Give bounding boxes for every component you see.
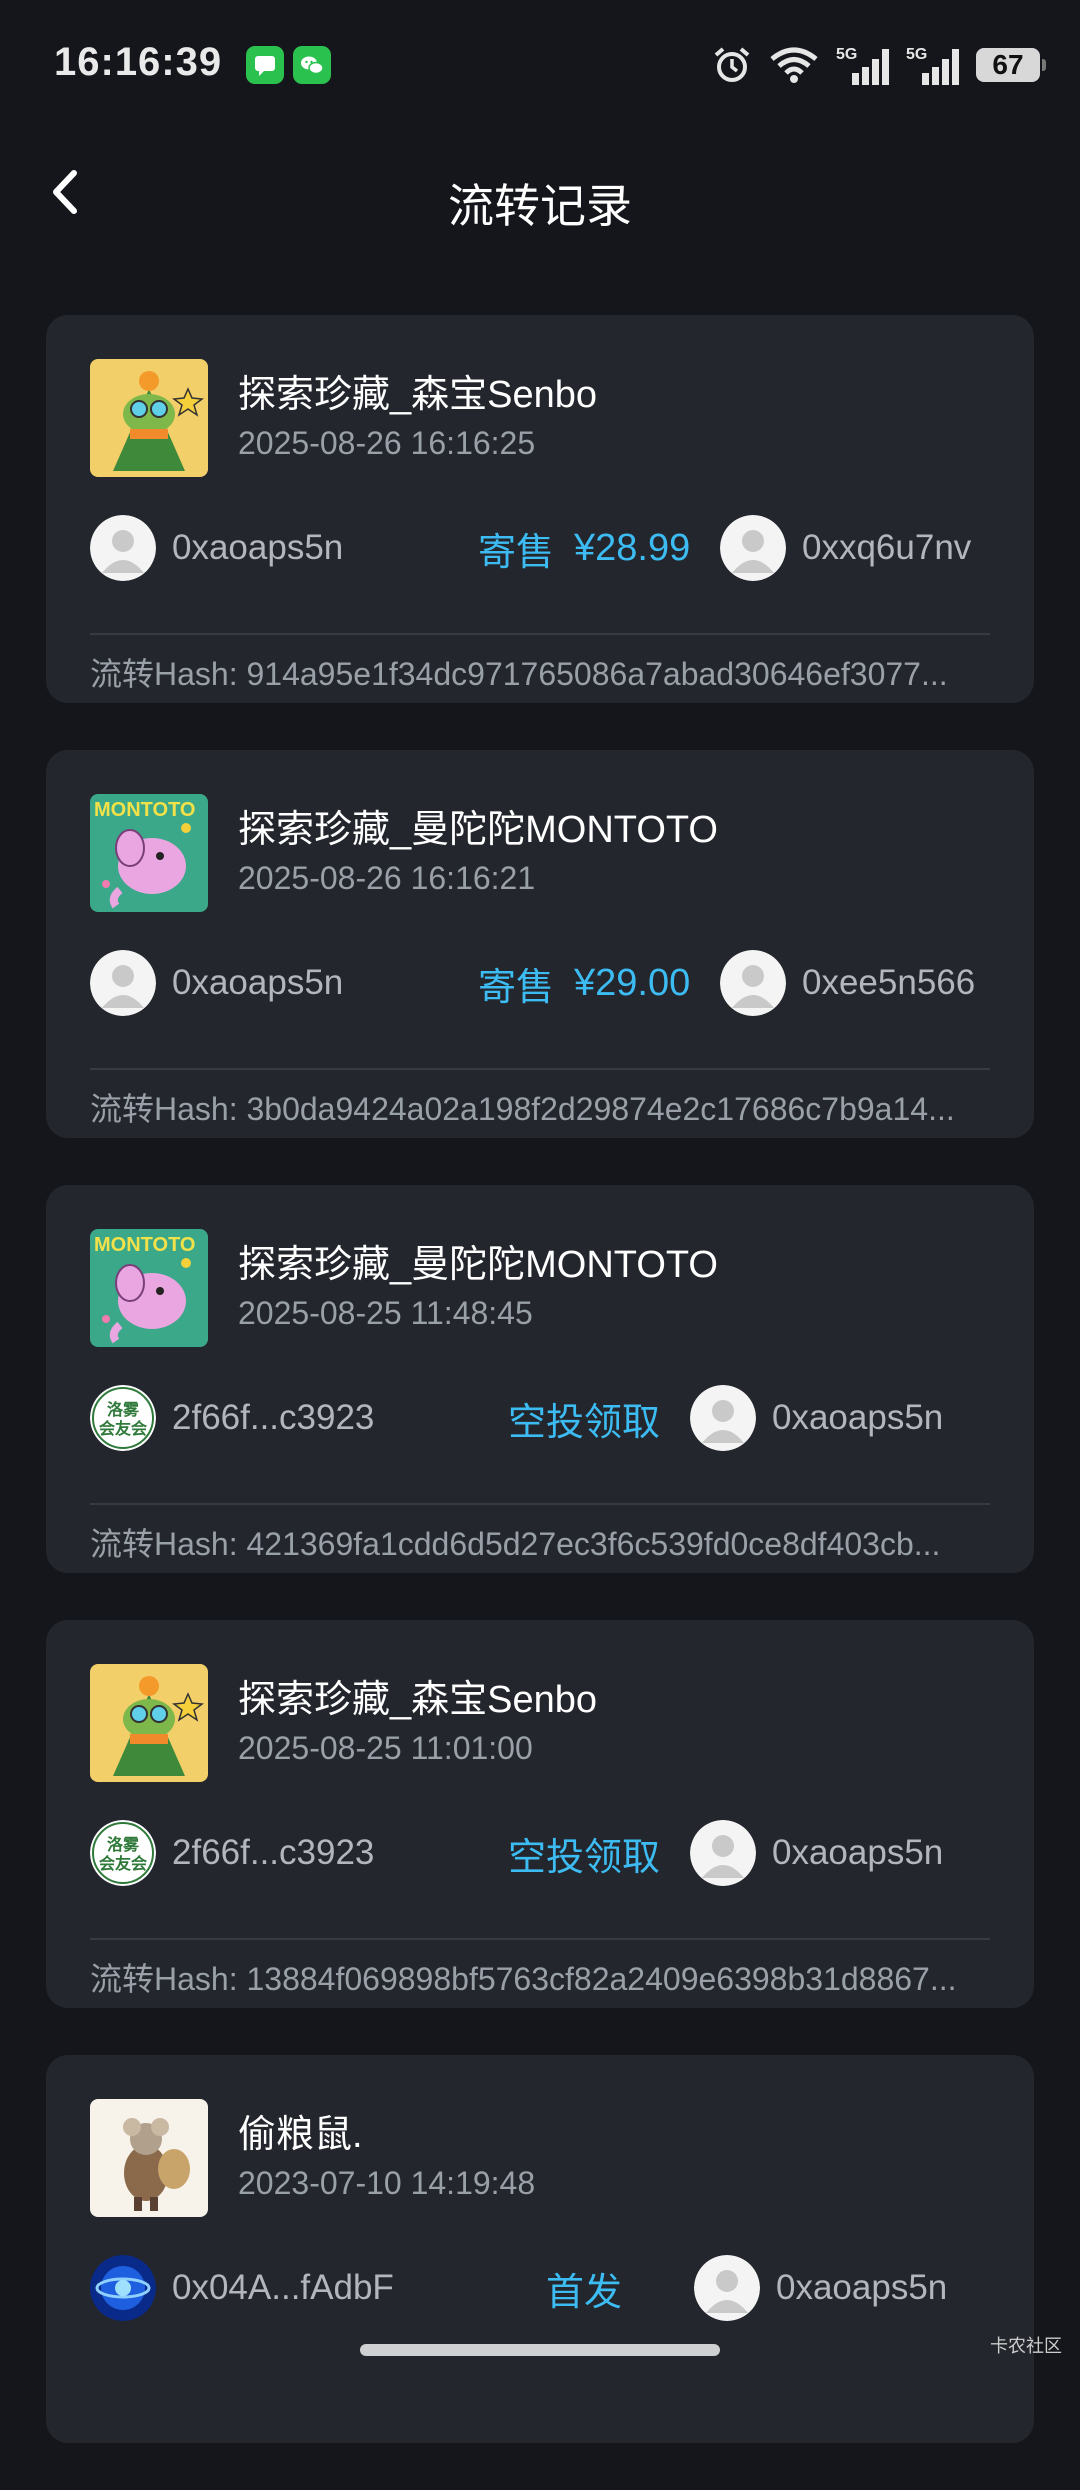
svg-text:洛雾: 洛雾 [107, 1835, 140, 1854]
transfer-action-label: 寄售 [478, 531, 555, 574]
transfer-type: 空投领取 [508, 1385, 660, 1451]
default-avatar-icon [720, 515, 786, 581]
nft-name: 探索珍藏_森宝Senbo [238, 1679, 598, 1721]
header: 流转记录 [0, 140, 1080, 250]
status-icons: 5G 5G 67 [712, 40, 1046, 90]
nft-thumbnail-montoto: MONTOTO [90, 1229, 208, 1347]
sender-address: 0xaoaps5n [172, 963, 344, 1002]
svg-text:5G: 5G [906, 46, 927, 63]
sender[interactable]: 洛雾 会友会 2f66f...c3923 [90, 1385, 374, 1451]
home-indicator[interactable] [360, 2344, 720, 2356]
watermark: 卡农社区 [990, 2336, 1062, 2356]
sender-address: 0x04A...fAdbF [172, 2268, 394, 2307]
signal-5g-icon: 5G [906, 46, 959, 85]
receiver-address: 0xaoaps5n [776, 2268, 948, 2307]
transfer-hash[interactable]: 流转Hash: 3b0da9424a02a198f2d29874e2c17686… [90, 1084, 990, 1130]
transfer-price: ¥28.99 [574, 526, 691, 569]
divider [90, 1938, 990, 1940]
club-badge-avatar: 洛雾 会友会 [90, 1820, 156, 1886]
divider [90, 1068, 990, 1070]
trade-row: 0xaoaps5n 寄售 ¥28.99 0xxq6u7nv [90, 515, 990, 581]
status-bar: 16:16:39 5G 5G 67 [0, 0, 1080, 120]
receiver[interactable]: 0xee5n566 [720, 950, 975, 1016]
transfer-action-label: 空投领取 [508, 1836, 661, 1879]
receiver-address: 0xaoaps5n [772, 1398, 944, 1437]
default-avatar-icon [90, 950, 156, 1016]
divider [90, 1503, 990, 1505]
default-avatar-icon [690, 1385, 756, 1451]
transfer-date: 2025-08-25 11:01:00 [238, 1730, 533, 1766]
nft-name: 探索珍藏_曼陀陀MONTOTO [238, 1244, 718, 1286]
club-badge-logo: 洛雾 [107, 1400, 140, 1419]
transfer-action-label: 首发 [546, 2271, 623, 2314]
transfer-action-label: 寄售 [478, 966, 555, 1009]
transfer-date: 2025-08-25 11:48:45 [238, 1295, 533, 1331]
record-card[interactable]: MONTOTO 探索珍藏_曼陀陀MONTOTO 2025-08-25 11:48… [46, 1185, 1034, 1573]
nft-thumbnail-senbo [90, 359, 208, 477]
record-card[interactable]: MONTOTO 探索珍藏_曼陀陀MONTOTO 2025-08-26 16:16… [46, 750, 1034, 1138]
transfer-type: 首发 [546, 2255, 622, 2321]
svg-text:MONTOTO: MONTOTO [94, 799, 195, 821]
record-card[interactable]: 探索珍藏_森宝Senbo 2025-08-25 11:01:00 洛雾 会友会 … [46, 1620, 1034, 2008]
receiver[interactable]: 0xaoaps5n [694, 2255, 947, 2321]
messages-app-icon [246, 46, 284, 84]
record-card[interactable]: 偷粮鼠. 2023-07-10 14:19:48 0x04A...fAdbF 首… [46, 2055, 1034, 2443]
trade-row: 洛雾 会友会 2f66f...c3923 空投领取 0xaoaps5n [90, 1820, 990, 1886]
default-avatar-icon [720, 950, 786, 1016]
sender[interactable]: 0xaoaps5n [90, 950, 343, 1016]
divider [90, 633, 990, 635]
receiver[interactable]: 0xaoaps5n [690, 1385, 943, 1451]
status-time: 16:16:39 [54, 40, 223, 84]
receiver[interactable]: 0xaoaps5n [690, 1820, 943, 1886]
receiver-address: 0xxq6u7nv [802, 528, 972, 567]
nft-name: 探索珍藏_森宝Senbo [238, 374, 598, 416]
nft-thumbnail-mouse [90, 2099, 208, 2217]
transfer-type: 空投领取 [508, 1820, 660, 1886]
wifi-icon [770, 47, 818, 83]
record-card[interactable]: 探索珍藏_森宝Senbo 2025-08-26 16:16:25 0xaoaps… [46, 315, 1034, 703]
svg-text:MONTOTO: MONTOTO [94, 1234, 195, 1256]
globe-avatar-icon [90, 2255, 156, 2321]
svg-text:会友会: 会友会 [99, 1419, 147, 1438]
trade-row: 0x04A...fAdbF 首发 0xaoaps5n [90, 2255, 990, 2321]
trade-row: 洛雾 会友会 2f66f...c3923 空投领取 0xaoaps5n [90, 1385, 990, 1451]
transfer-record-list: 探索珍藏_森宝Senbo 2025-08-26 16:16:25 0xaoaps… [46, 315, 1034, 2490]
nft-name: 偷粮鼠. [238, 2114, 363, 2156]
default-avatar-icon [690, 1820, 756, 1886]
page-title: 流转记录 [448, 180, 632, 232]
transfer-price: ¥29.00 [574, 961, 691, 1004]
nft-thumbnail-senbo [90, 1664, 208, 1782]
nft-name: 探索珍藏_曼陀陀MONTOTO [238, 809, 718, 851]
sender[interactable]: 0x04A...fAdbF [90, 2255, 394, 2321]
wechat-app-icon [293, 46, 331, 84]
club-badge-avatar: 洛雾 会友会 [90, 1385, 156, 1451]
nft-thumbnail-montoto: MONTOTO [90, 794, 208, 912]
battery-icon: 67 [976, 48, 1046, 82]
transfer-type: 寄售 ¥29.00 [478, 950, 690, 1016]
trade-row: 0xaoaps5n 寄售 ¥29.00 0xee5n566 [90, 950, 990, 1016]
transfer-hash[interactable]: 流转Hash: 914a95e1f34dc971765086a7abad3064… [90, 649, 990, 695]
signal-5g-icon: 5G [836, 46, 889, 85]
sender[interactable]: 洛雾 会友会 2f66f...c3923 [90, 1820, 374, 1886]
transfer-date: 2023-07-10 14:19:48 [238, 2165, 536, 2201]
transfer-action-label: 空投领取 [508, 1401, 661, 1444]
transfer-type: 寄售 ¥28.99 [478, 515, 690, 581]
transfer-hash[interactable]: 流转Hash: 421369fa1cdd6d5d27ec3f6c539fd0ce… [90, 1519, 990, 1565]
svg-text:会友会: 会友会 [99, 1854, 147, 1873]
transfer-date: 2025-08-26 16:16:25 [238, 425, 536, 461]
sender-address: 2f66f...c3923 [172, 1398, 375, 1437]
receiver[interactable]: 0xxq6u7nv [720, 515, 971, 581]
svg-text:5G: 5G [836, 46, 857, 63]
alarm-icon [714, 47, 750, 82]
receiver-address: 0xaoaps5n [772, 1833, 944, 1872]
sender[interactable]: 0xaoaps5n [90, 515, 343, 581]
default-avatar-icon [694, 2255, 760, 2321]
sender-address: 0xaoaps5n [172, 528, 344, 567]
sender-address: 2f66f...c3923 [172, 1833, 375, 1872]
default-avatar-icon [90, 515, 156, 581]
transfer-hash[interactable]: 流转Hash: 13884f069898bf5763cf82a2409e6398… [90, 1954, 990, 2000]
receiver-address: 0xee5n566 [802, 963, 976, 1002]
transfer-date: 2025-08-26 16:16:21 [238, 860, 536, 896]
